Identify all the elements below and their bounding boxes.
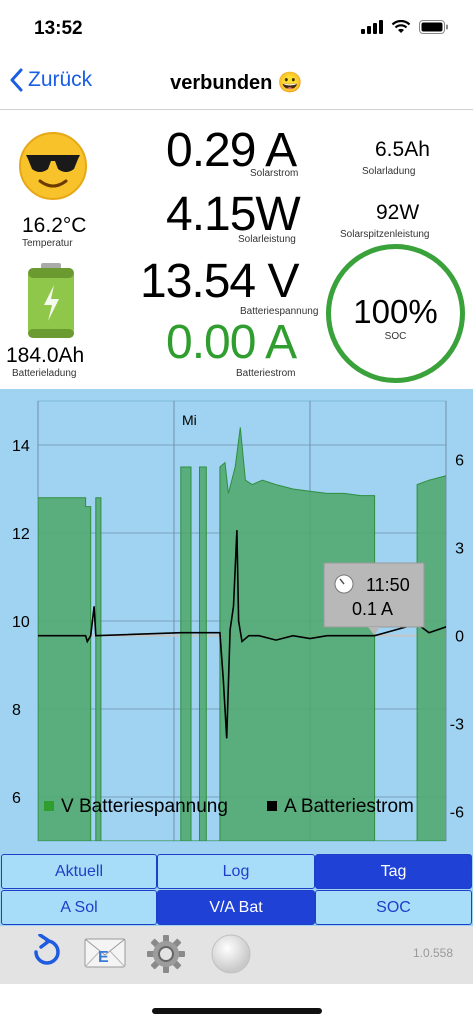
- right-axis-tick-label: 6: [455, 453, 464, 470]
- temperature-label: Temperatur: [22, 238, 73, 249]
- tab-soc[interactable]: SOC: [315, 890, 472, 925]
- temperature-value: 16.2°C: [22, 214, 87, 237]
- sunglasses-emoji-icon: [19, 132, 87, 200]
- home-indicator: [152, 1008, 322, 1014]
- soc-label: SOC: [384, 331, 407, 342]
- battery-charge-label: Batterieladung: [12, 368, 77, 379]
- signal-icon: [361, 20, 383, 34]
- connection-status-icon[interactable]: [210, 933, 252, 975]
- battery-voltage-value: 13.54 V: [140, 255, 299, 308]
- tab-log[interactable]: Log: [157, 854, 315, 889]
- legend-label-current: A Batteriestrom: [284, 796, 414, 817]
- battery-current-label: Batteriestrom: [236, 368, 296, 379]
- status-icons: [361, 20, 449, 34]
- solar-charge-value: 6.5Ah: [375, 138, 430, 161]
- tooltip-time: 11:50: [366, 575, 410, 595]
- voltage-current-chart[interactable]: 14 12 10 8 6 6 3 0 -3 -6 Mi 11:50 0.1 A V Batteriespa…: [0, 389, 473, 853]
- mode-buttons: Aktuell Log Tag A Sol V/A Bat SOC: [0, 853, 473, 926]
- status-bar: 13:52: [0, 0, 473, 58]
- right-axis-tick-label: 0: [455, 629, 464, 646]
- tooltip-value: 0.1 A: [352, 599, 393, 619]
- solar-peak-value: 92W: [376, 201, 420, 224]
- soc-value: 100%: [353, 293, 438, 330]
- email-icon[interactable]: E: [84, 938, 126, 968]
- wifi-icon: [391, 20, 411, 33]
- page-title: verbunden 😀: [170, 72, 303, 94]
- nav-bar: Zurück verbunden 😀: [0, 58, 473, 110]
- legend-swatch-voltage: [44, 801, 54, 811]
- refresh-icon[interactable]: [30, 934, 64, 970]
- tab-aktuell[interactable]: Aktuell: [1, 854, 157, 889]
- left-axis-tick-label: 12: [12, 526, 30, 543]
- right-axis-tick-label: 3: [455, 541, 464, 558]
- left-axis-tick-label: 8: [12, 702, 21, 719]
- battery-icon: [419, 20, 448, 34]
- solar-power-label: Solarleistung: [238, 234, 296, 245]
- right-axis-tick-label: -6: [450, 805, 464, 822]
- svg-text:E: E: [98, 949, 109, 966]
- solar-current-label: Solarstrom: [250, 168, 299, 179]
- battery-charge-value: 184.0Ah: [6, 344, 85, 367]
- battery-current-value: 0.00 A: [166, 316, 297, 369]
- solar-peak-label: Solarspitzenleistung: [340, 229, 430, 240]
- bottom-toolbar: E 1.0.558: [0, 926, 473, 984]
- tab-a-sol[interactable]: A Sol: [1, 890, 157, 925]
- day-label: Mi: [182, 412, 197, 428]
- legend-swatch-current: [267, 801, 277, 811]
- left-axis-tick-label: 10: [12, 614, 30, 631]
- app-version: 1.0.558: [412, 946, 453, 960]
- battery-charge-icon: [28, 263, 74, 338]
- left-axis-tick-label: 6: [12, 790, 21, 807]
- solar-charge-label: Solarladung: [362, 166, 416, 177]
- status-time: 13:52: [34, 18, 83, 39]
- tab-tag[interactable]: Tag: [315, 854, 472, 889]
- right-axis-tick-label: -3: [450, 717, 464, 734]
- settings-gear-icon[interactable]: [146, 934, 186, 974]
- chart-area[interactable]: 14 12 10 8 6 6 3 0 -3 -6 Mi 11:50 0.1 A V Batteriespa…: [0, 389, 473, 853]
- left-axis-tick-label: 14: [12, 438, 30, 455]
- tab-va-bat[interactable]: V/A Bat: [157, 890, 315, 925]
- legend-label-voltage: V Batteriespannung: [61, 796, 228, 817]
- stats-panel: 16.2°C Temperatur 184.0Ah Batterieladung…: [0, 111, 473, 389]
